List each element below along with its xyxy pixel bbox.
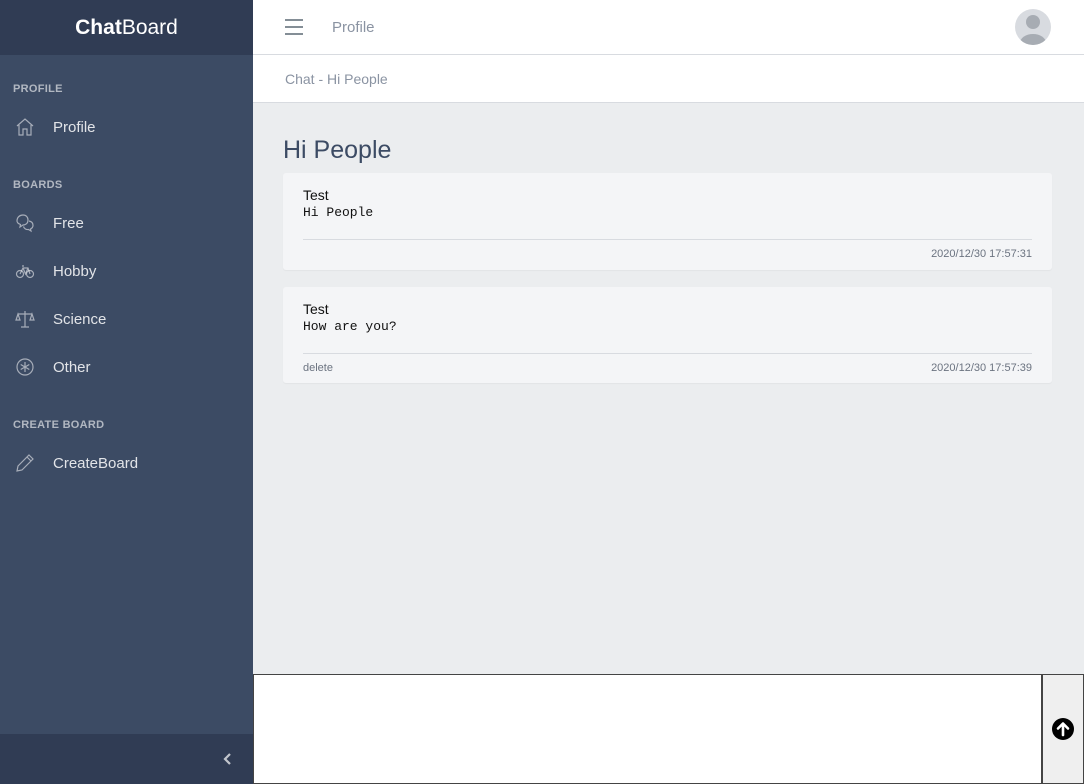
nav-title-profile: PROFILE — [13, 83, 63, 95]
sidebar-item-label: Free — [53, 214, 84, 232]
bicycle-icon — [15, 261, 35, 281]
sidebar-item-label: CreateBoard — [53, 454, 139, 472]
sidebar-item-label: Profile — [53, 118, 96, 136]
sidebar-item-label: Hobby — [53, 262, 97, 280]
message-text: How are you? — [303, 319, 397, 334]
sidebar-item-label: Other — [53, 358, 91, 376]
message-card: Test How are you? delete 2020/12/30 17:5… — [283, 287, 1052, 383]
message-author: Test — [303, 187, 329, 203]
chat-bubbles-icon — [15, 213, 35, 233]
breadcrumb-text: Chat - Hi People — [285, 70, 388, 87]
main-content: Hi People Test Hi People 2020/12/30 17:5… — [253, 103, 1084, 674]
sidebar-item-science[interactable]: Science — [0, 295, 253, 343]
message-timestamp: 2020/12/30 17:57:31 — [931, 248, 1032, 260]
message-text: Hi People — [303, 205, 374, 220]
header-profile-link[interactable]: Profile — [332, 19, 375, 36]
hamburger-icon[interactable] — [283, 16, 305, 38]
asterisk-circle-icon — [15, 357, 35, 377]
message-timestamp: 2020/12/30 17:57:39 — [931, 362, 1032, 374]
brand-logo[interactable]: Chat Board — [0, 0, 253, 55]
nav-title-boards: BOARDS — [13, 179, 63, 191]
message-author: Test — [303, 301, 329, 317]
delete-link[interactable]: delete — [303, 362, 333, 374]
sidebar-item-profile[interactable]: Profile — [0, 103, 253, 151]
message-input[interactable] — [253, 674, 1042, 784]
sidebar-minimizer[interactable] — [0, 734, 253, 784]
brand-light: Board — [121, 15, 178, 39]
home-icon — [15, 117, 35, 137]
send-button[interactable] — [1042, 674, 1084, 784]
sidebar: Chat Board PROFILE Profile BOARDS Free Ho… — [0, 0, 253, 784]
chevron-left-icon — [221, 752, 235, 766]
message-card: Test Hi People 2020/12/30 17:57:31 — [283, 173, 1052, 270]
sidebar-item-createboard[interactable]: CreateBoard — [0, 439, 253, 487]
balance-scale-icon — [15, 309, 35, 329]
nav-title-create-board: CREATE BOARD — [13, 419, 105, 431]
pencil-icon — [15, 453, 35, 473]
page-title: Hi People — [283, 136, 392, 164]
sidebar-item-label: Science — [53, 310, 107, 328]
top-header: Profile — [253, 0, 1084, 55]
brand-bold: Chat — [75, 15, 122, 39]
sidebar-item-free[interactable]: Free — [0, 199, 253, 247]
user-avatar-icon[interactable] — [1015, 9, 1051, 45]
breadcrumb: Chat - Hi People — [253, 55, 1084, 103]
sidebar-item-other[interactable]: Other — [0, 343, 253, 391]
sidebar-item-hobby[interactable]: Hobby — [0, 247, 253, 295]
arrow-up-circle-icon — [1051, 717, 1075, 741]
